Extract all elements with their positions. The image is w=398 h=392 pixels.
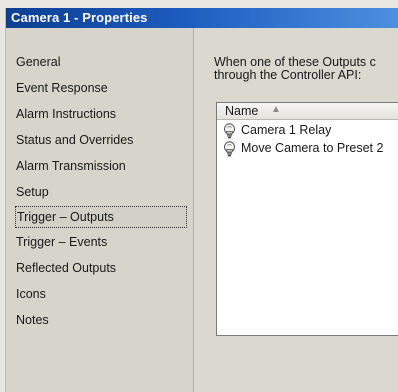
sidebar-item-event-response[interactable]: Event Response — [16, 78, 108, 98]
sidebar-item-setup[interactable]: Setup — [16, 182, 49, 202]
properties-window: Camera 1 - Properties General Event Resp… — [6, 8, 398, 392]
list-item[interactable]: Move Camera to Preset 2 — [223, 140, 398, 158]
column-name-label: Name — [225, 104, 259, 118]
sidebar-item-trigger-events[interactable]: Trigger – Events — [16, 232, 107, 252]
sidebar-item-label: Icons — [16, 287, 46, 301]
sort-ascending-icon: ▲ — [271, 104, 281, 115]
title-bar[interactable]: Camera 1 - Properties — [6, 8, 398, 28]
sidebar-item-reflected-outputs[interactable]: Reflected Outputs — [16, 258, 116, 278]
sidebar-item-alarm-transmission[interactable]: Alarm Transmission — [16, 156, 126, 176]
sidebar-item-label: Alarm Transmission — [16, 159, 126, 173]
list-item-label: Move Camera to Preset 2 — [241, 141, 384, 155]
sidebar-item-label: Reflected Outputs — [16, 261, 117, 275]
sidebar-item-general[interactable]: General — [16, 52, 60, 72]
sidebar-item-trigger-outputs[interactable]: Trigger – Outputs — [15, 206, 187, 228]
outputs-list[interactable]: Name ▲ Camera 1 Relay Move Camera to Pre… — [216, 102, 398, 336]
sidebar-item-notes[interactable]: Notes — [16, 310, 49, 330]
sidebar-item-label: Notes — [16, 313, 49, 327]
sidebar-item-label: General — [16, 55, 61, 69]
description-line-2: through the Controller API: — [214, 68, 362, 82]
output-bulb-icon — [223, 141, 236, 157]
sidebar-item-label: Status and Overrides — [16, 133, 134, 147]
list-header-name[interactable]: Name ▲ — [217, 103, 398, 120]
sidebar-item-label: Setup — [16, 185, 49, 199]
sidebar-item-label: Alarm Instructions — [16, 107, 117, 121]
sidebar-item-label: Trigger – Events — [16, 235, 108, 249]
sidebar-item-label: Event Response — [16, 81, 108, 95]
description-text: When one of these Outputs c through the … — [214, 56, 376, 82]
main-panel: When one of these Outputs c through the … — [194, 28, 398, 392]
sidebar-item-label: Trigger – Outputs — [17, 210, 114, 224]
sidebar-item-alarm-instructions[interactable]: Alarm Instructions — [16, 104, 116, 124]
sidebar-item-icons[interactable]: Icons — [16, 284, 46, 304]
list-item[interactable]: Camera 1 Relay — [223, 122, 398, 140]
sidebar-item-status-overrides[interactable]: Status and Overrides — [16, 130, 133, 150]
sidebar-nav: General Event Response Alarm Instruction… — [6, 28, 194, 392]
list-item-label: Camera 1 Relay — [241, 123, 332, 137]
window-title: Camera 1 - Properties — [11, 10, 148, 25]
output-bulb-icon — [223, 123, 236, 139]
